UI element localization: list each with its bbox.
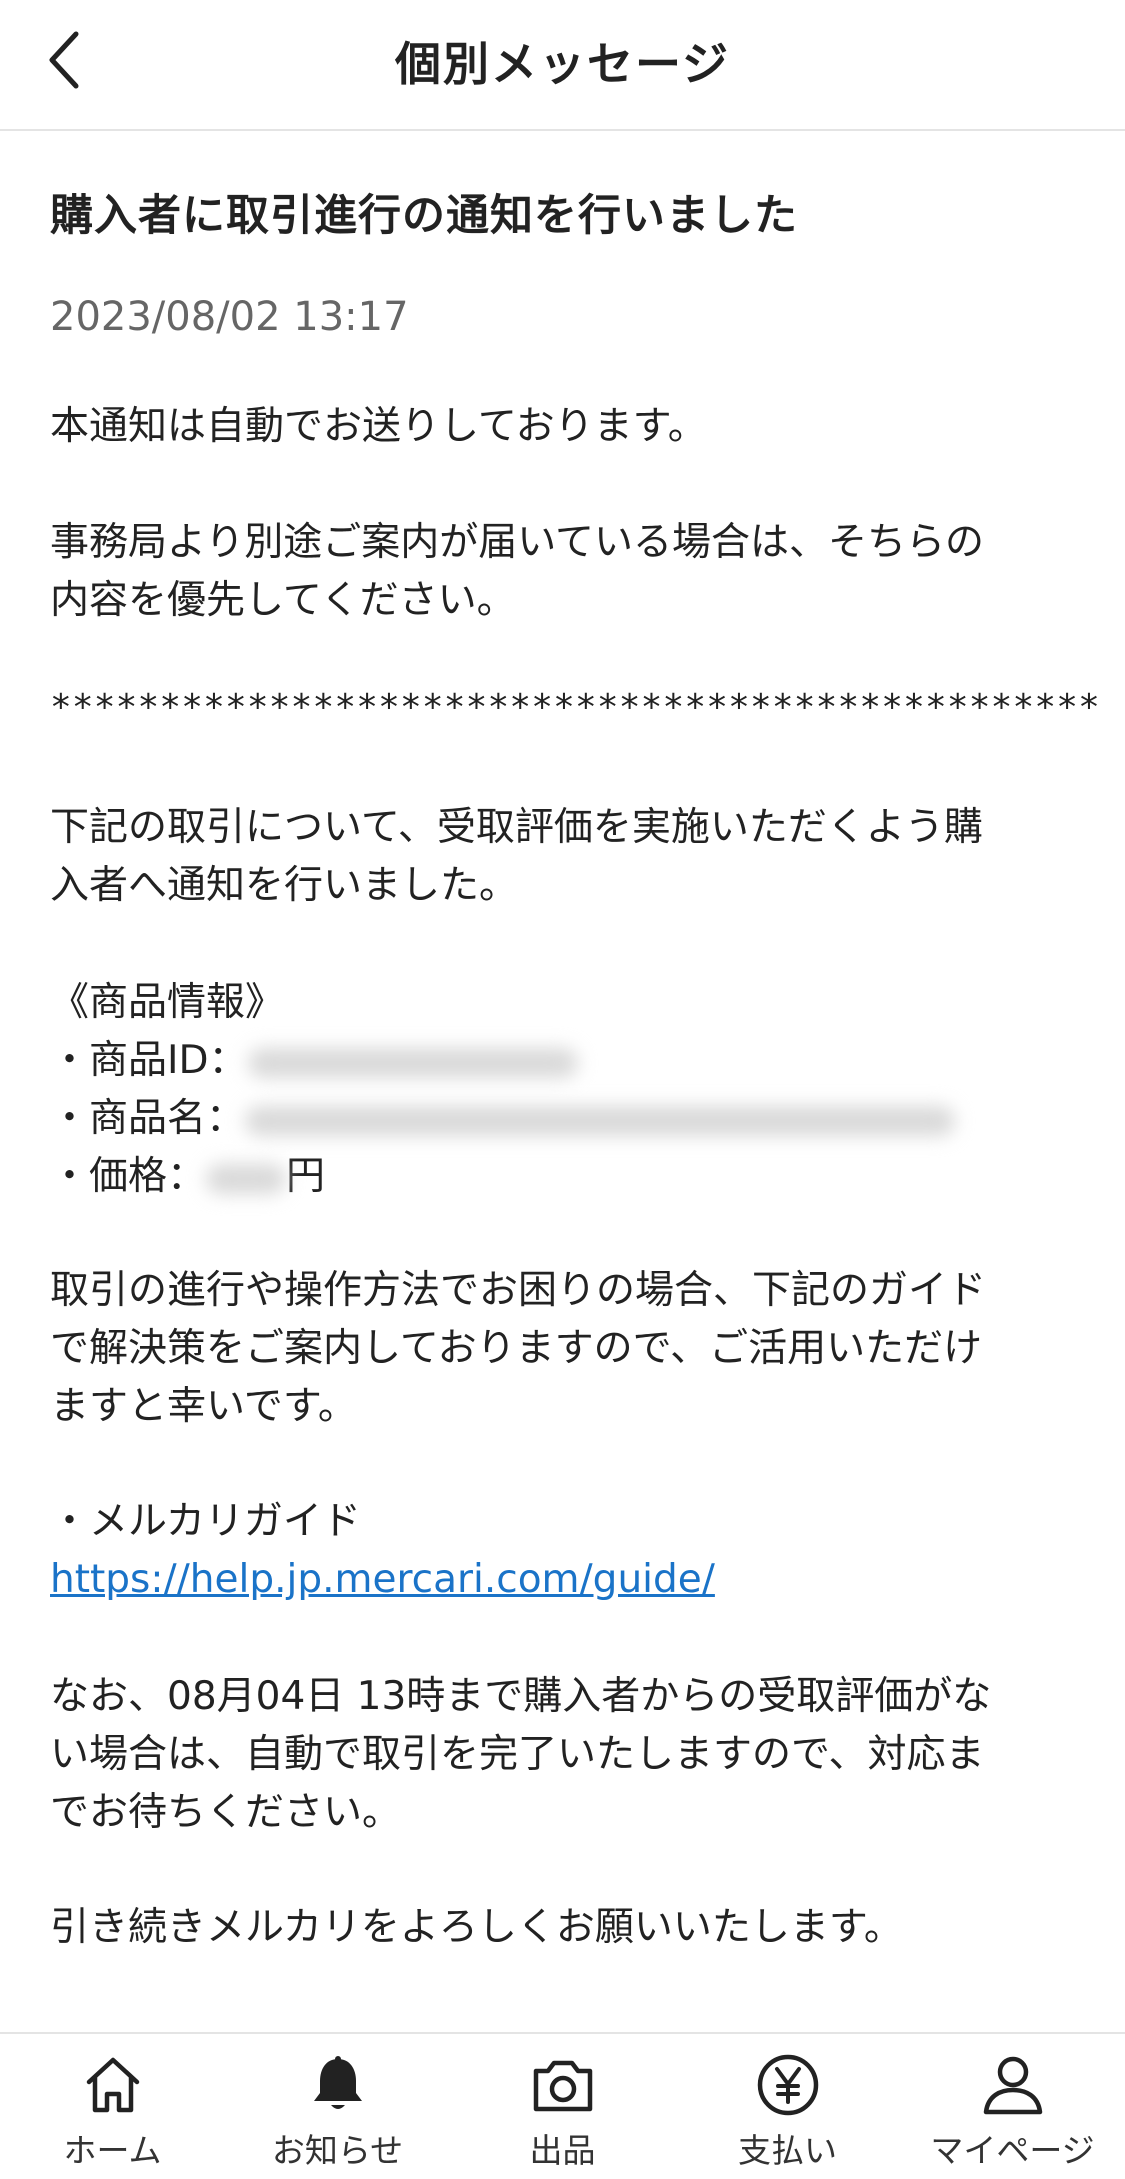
header-bar: 個別メッセージ [0, 0, 1125, 131]
paragraph-auto-notice: 本通知は自動でお送りしております。 [50, 404, 707, 449]
bell-icon [303, 2052, 373, 2118]
tab-mypage[interactable]: マイページ [900, 2034, 1125, 2179]
tab-sell[interactable]: 出品 [450, 2034, 675, 2179]
paragraph-guide-intro: 取引の進行や操作方法でお困りの場合、下記のガイド で解決策をご案内しておりますの… [50, 1262, 986, 1436]
text-line: 内容を優先してください。 [50, 578, 516, 623]
product-info-header: 《商品情報》 [50, 980, 285, 1025]
text-line: 入者へ通知を行いました。 [50, 863, 519, 908]
separator-line: ****************************************… [50, 687, 1100, 728]
text-line: い場合は、自動で取引を完了いたしますので、対応ま [50, 1732, 985, 1777]
redacted-product-name [245, 1105, 956, 1136]
product-id-row: ・商品ID： [50, 1032, 955, 1090]
text-line: で解決策をご案内しておりますので、ご活用いただけ [50, 1326, 983, 1371]
product-name-label: ・商品名： [50, 1096, 246, 1141]
guide-link[interactable]: https://help.jp.mercari.com/guide/ [50, 1557, 715, 1602]
text-line: 取引の進行や操作方法でお困りの場合、下記のガイド [50, 1268, 987, 1313]
bottom-tab-bar: ホーム お知らせ 出品 支払い マイページ [0, 2032, 1125, 2179]
paragraph-closing: 引き続きメルカリをよろしくお願いいたします。 [50, 1905, 903, 1950]
message-date: 2023/08/02 13:17 [50, 294, 409, 340]
redacted-product-id [247, 1047, 578, 1078]
paragraph-auto-complete: なお、08月04日 13時まで購入者からの受取評価がな い場合は、自動で取引を完… [50, 1668, 991, 1842]
price-row: ・価格： 円 [50, 1148, 955, 1206]
product-id-label: ・商品ID： [50, 1038, 248, 1083]
home-icon [78, 2052, 148, 2118]
message-title: 購入者に取引進行の通知を行いました [50, 191, 798, 241]
person-icon [978, 2052, 1048, 2118]
tab-label: マイページ [930, 2131, 1095, 2170]
text-line: 下記の取引について、受取評価を実施いただくよう購 [50, 805, 983, 850]
paragraph-priority-notice: 事務局より別途ご案内が届いている場合は、そちらの 内容を優先してください。 [50, 514, 984, 630]
paragraph-notification: 下記の取引について、受取評価を実施いただくよう購 入者へ通知を行いました。 [50, 799, 983, 915]
tab-label: 出品 [529, 2131, 596, 2170]
product-name-row: ・商品名： [50, 1090, 956, 1148]
text-line: 事務局より別途ご案内が届いている場合は、そちらの [50, 520, 985, 565]
text-line: なお、08月04日 13時まで購入者からの受取評価がな [50, 1674, 992, 1719]
camera-icon [528, 2052, 598, 2118]
tab-payment[interactable]: 支払い [675, 2034, 900, 2179]
price-label: ・価格： [50, 1154, 207, 1199]
yen-icon [753, 2052, 823, 2118]
tab-label: ホーム [63, 2131, 162, 2170]
tab-label: 支払い [738, 2131, 837, 2170]
text-line: ますと幸いです。 [50, 1384, 357, 1429]
tab-notifications[interactable]: お知らせ [225, 2034, 450, 2179]
page-title: 個別メッセージ [394, 37, 731, 91]
guide-block: ・メルカリガイド https://help.jp.mercari.com/gui… [50, 1493, 715, 1609]
tab-label: お知らせ [271, 2131, 404, 2170]
text-line: でお待ちください。 [50, 1790, 402, 1835]
product-info: 《商品情報》 ・商品ID： ・商品名： ・価格： 円 [50, 974, 956, 1206]
guide-label: ・メルカリガイド [50, 1499, 361, 1544]
tab-home[interactable]: ホーム [0, 2034, 225, 2179]
price-unit: 円 [286, 1154, 326, 1199]
redacted-price [206, 1163, 287, 1194]
